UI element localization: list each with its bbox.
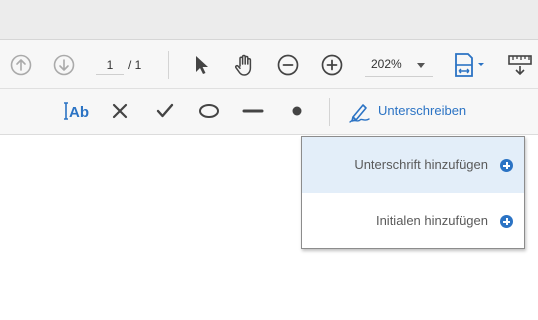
svg-text:Ab: Ab — [69, 104, 89, 121]
check-mark-icon[interactable] — [154, 100, 176, 122]
text-ab-icon[interactable]: Ab — [62, 99, 92, 123]
zoom-value: 202% — [371, 57, 402, 71]
arrow-up-icon[interactable] — [9, 53, 33, 77]
menu-item-label: Initialen hinzufügen — [375, 213, 488, 228]
zoom-in-icon[interactable] — [320, 53, 344, 77]
fit-page-icon[interactable] — [450, 50, 490, 80]
select-arrow-icon[interactable] — [189, 52, 213, 78]
add-circle-icon — [500, 215, 513, 228]
menu-item-add-initials[interactable]: Initialen hinzufügen — [302, 193, 524, 249]
cross-mark-icon[interactable] — [109, 100, 131, 122]
window-top-strip — [0, 0, 538, 40]
page-count: / 1 — [128, 58, 142, 72]
ellipse-icon[interactable] — [196, 100, 222, 122]
chevron-down-icon — [417, 63, 425, 68]
menu-item-add-signature[interactable]: Unterschrift hinzufügen — [302, 137, 524, 193]
line-icon[interactable] — [240, 100, 266, 122]
hand-icon[interactable] — [231, 51, 259, 79]
measure-tool-icon[interactable] — [505, 51, 535, 79]
dot-icon[interactable] — [286, 100, 308, 122]
sign-button-label[interactable]: Unterschreiben — [378, 103, 466, 118]
sign-dropdown-menu: Unterschrift hinzufügen Initialen hinzuf… — [301, 136, 525, 249]
page-number-input[interactable]: 1 — [96, 55, 124, 75]
toolbar-divider — [168, 51, 169, 79]
signbar-divider — [329, 98, 330, 126]
arrow-down-icon[interactable] — [52, 53, 76, 77]
zoom-out-icon[interactable] — [276, 53, 300, 77]
sign-pen-icon[interactable] — [346, 100, 374, 124]
menu-item-label: Unterschrift hinzufügen — [354, 157, 488, 172]
zoom-select[interactable]: 202% — [365, 53, 433, 77]
add-circle-icon — [500, 159, 513, 172]
